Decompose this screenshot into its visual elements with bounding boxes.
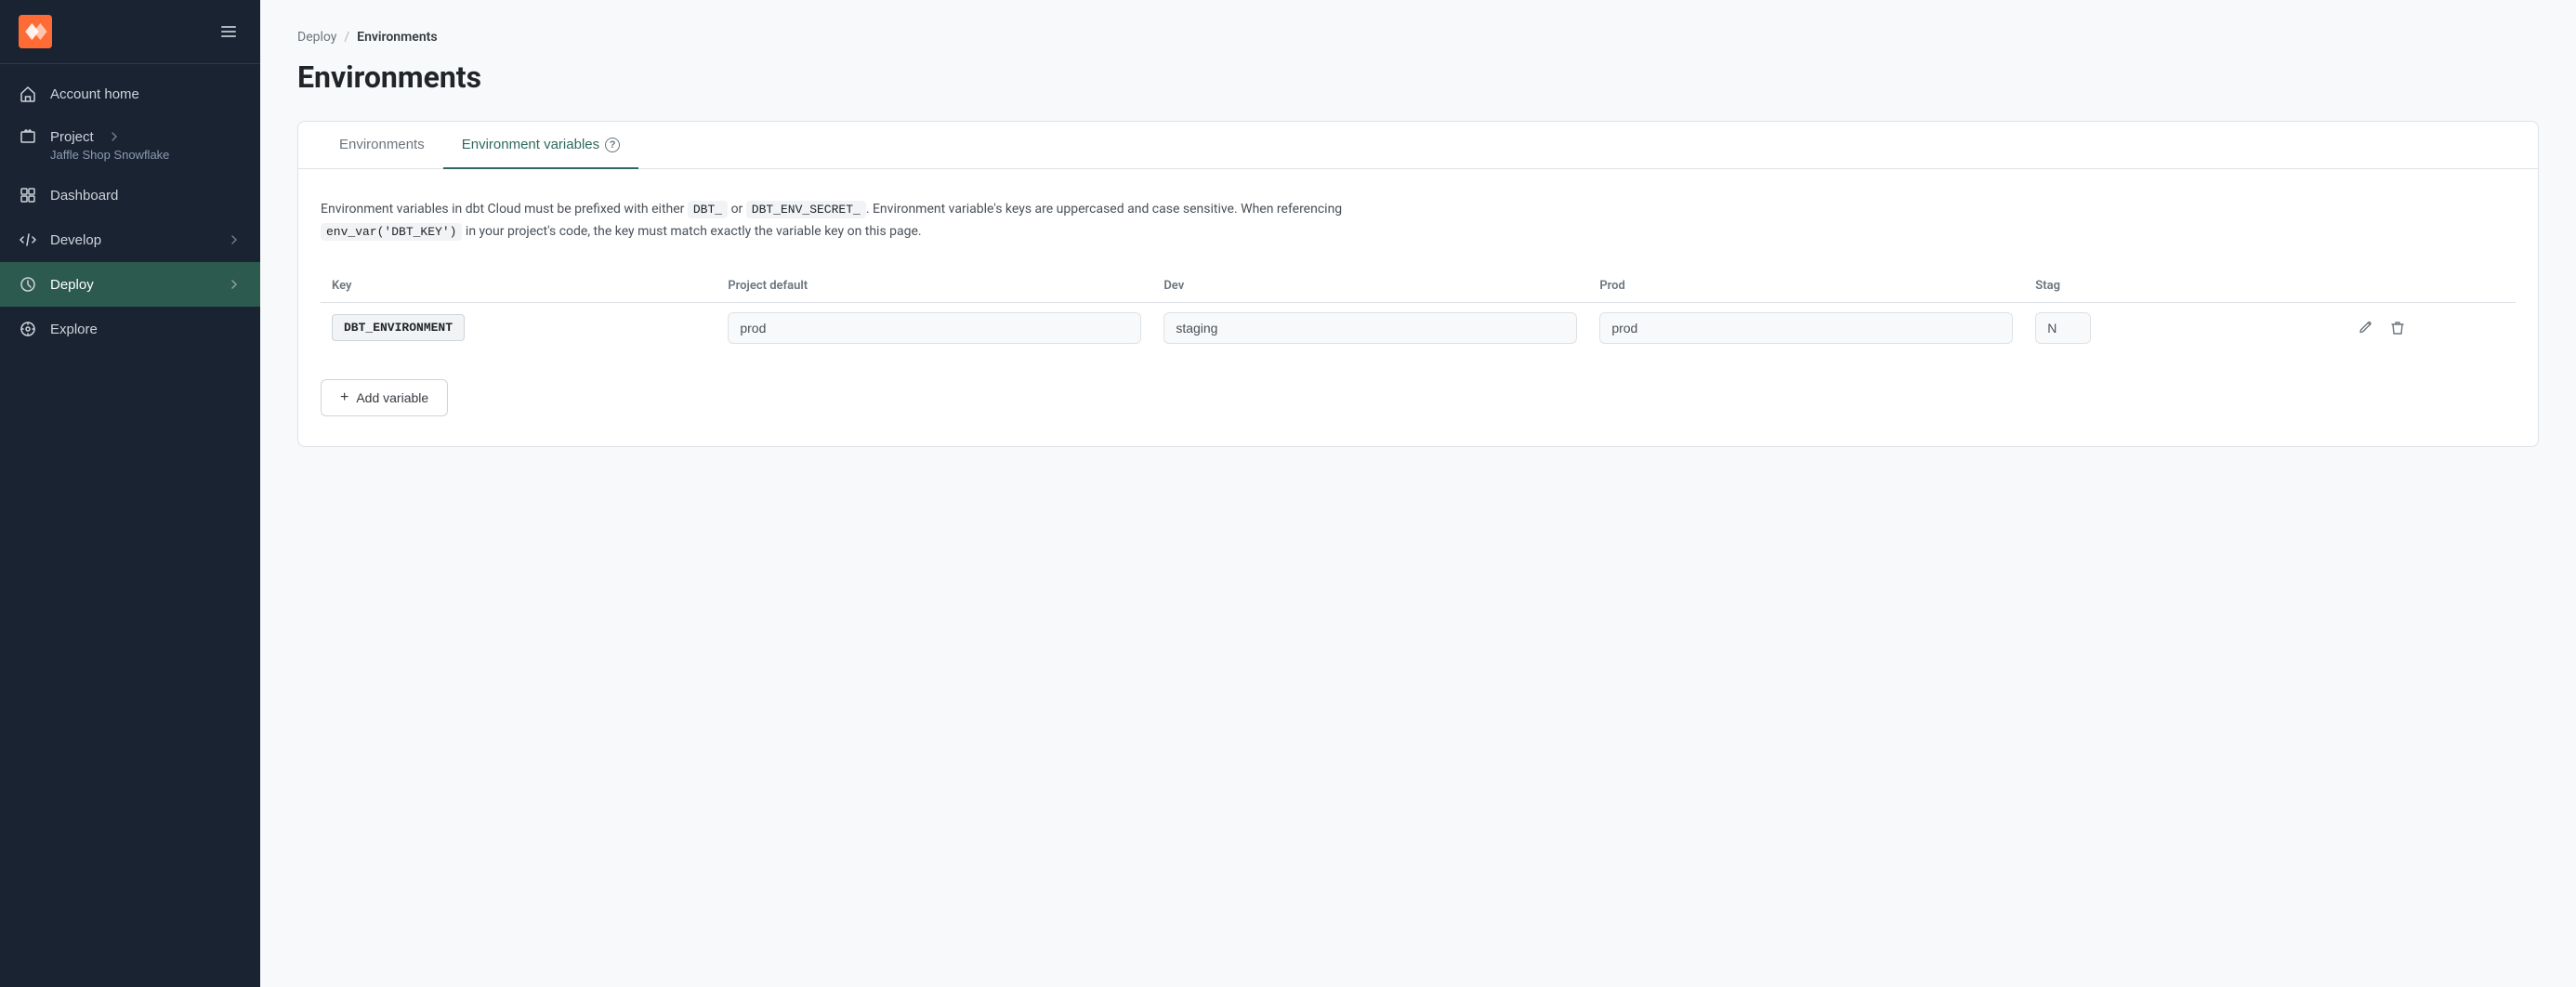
breadcrumb: Deploy / Environments <box>297 30 2539 45</box>
project-type-label: Project <box>50 129 94 145</box>
sidebar-item-label-develop: Develop <box>50 232 214 248</box>
dashboard-icon <box>19 186 37 204</box>
sidebar: Account home Project Jaffle Shop Snowfla… <box>0 0 260 987</box>
project-chevron-icon <box>107 129 122 144</box>
sidebar-nav: Account home Project Jaffle Shop Snowfla… <box>0 64 260 987</box>
breadcrumb-parent[interactable]: Deploy <box>297 30 336 45</box>
tab-content-env-variables: Environment variables in dbt Cloud must … <box>298 169 2538 446</box>
collapse-icon <box>219 22 238 41</box>
deploy-chevron-icon <box>227 277 242 292</box>
row-dev-cell <box>1152 302 1588 353</box>
explore-icon <box>19 320 37 338</box>
row-prod-cell <box>1588 302 2024 353</box>
sidebar-item-label-explore: Explore <box>50 322 242 337</box>
code-dbt-env-secret: DBT_ENV_SECRET_ <box>746 201 866 218</box>
code-env-var-example: env_var('DBT_KEY') <box>321 223 462 241</box>
tab-environments[interactable]: Environments <box>321 122 443 169</box>
sidebar-item-label-deploy: Deploy <box>50 277 214 293</box>
col-header-prod: Prod <box>1588 270 2024 303</box>
sidebar-item-dashboard[interactable]: Dashboard <box>0 173 260 217</box>
page-title: Environments <box>297 59 2539 95</box>
key-badge: DBT_ENVIRONMENT <box>332 314 465 341</box>
col-header-dev: Dev <box>1152 270 1588 303</box>
add-variable-label: Add variable <box>356 390 428 405</box>
sidebar-collapse-button[interactable] <box>216 19 242 45</box>
home-icon <box>19 85 37 103</box>
col-header-key: Key <box>321 270 716 303</box>
sidebar-item-project[interactable]: Project Jaffle Shop Snowflake <box>0 116 260 173</box>
sidebar-header <box>0 0 260 64</box>
edit-icon <box>2358 320 2374 336</box>
project-name-label: Jaffle Shop Snowflake <box>50 148 169 162</box>
stag-input[interactable] <box>2035 312 2091 344</box>
table-header: Key Project default Dev Prod Stag <box>321 270 2516 303</box>
edit-variable-button[interactable] <box>2352 314 2380 342</box>
code-dbt: DBT_ <box>688 201 728 218</box>
trash-icon <box>2389 320 2406 336</box>
add-variable-icon: + <box>340 389 348 406</box>
project-default-input[interactable] <box>728 312 1141 344</box>
sidebar-item-deploy[interactable]: Deploy <box>0 262 260 307</box>
dev-input[interactable] <box>1163 312 1577 344</box>
develop-icon <box>19 230 37 249</box>
env-variables-info: Environment variables in dbt Cloud must … <box>321 199 1343 243</box>
breadcrumb-current: Environments <box>357 30 437 45</box>
info-text-1: Environment variables in dbt Cloud must … <box>321 202 688 217</box>
main-content: Deploy / Environments Environments Envir… <box>260 0 2576 987</box>
dbt-logo-icon <box>19 15 52 48</box>
row-key-cell: DBT_ENVIRONMENT <box>321 302 716 353</box>
sidebar-item-explore[interactable]: Explore <box>0 307 260 351</box>
col-header-default: Project default <box>716 270 1152 303</box>
prod-input[interactable] <box>1599 312 2013 344</box>
row-default-cell <box>716 302 1152 353</box>
col-header-actions <box>2341 270 2516 303</box>
project-icon <box>19 127 37 146</box>
breadcrumb-separator: / <box>344 30 349 45</box>
row-stag-cell <box>2024 302 2341 353</box>
tab-environment-variables[interactable]: Environment variables ? <box>443 122 638 169</box>
sidebar-item-account-home[interactable]: Account home <box>0 72 260 116</box>
project-row: Project <box>19 127 242 146</box>
sidebar-item-develop[interactable]: Develop <box>0 217 260 262</box>
info-text-3: . Environment variable's keys are upperc… <box>866 202 1342 217</box>
info-text-4: in your project's code, the key must mat… <box>462 224 921 239</box>
info-text-2: or <box>728 202 746 217</box>
dbt-logo <box>19 15 52 48</box>
sidebar-item-label-dashboard: Dashboard <box>50 188 242 204</box>
deploy-icon <box>19 275 37 294</box>
delete-variable-button[interactable] <box>2384 314 2412 342</box>
page-content-area: Deploy / Environments Environments Envir… <box>260 0 2576 987</box>
env-variables-table: Key Project default Dev Prod Stag DBT_EN… <box>321 270 2516 353</box>
table-body: DBT_ENVIRONMENT <box>321 302 2516 353</box>
actions-cell <box>2352 314 2504 342</box>
tab-panel: Environments Environment variables ? Env… <box>297 121 2539 447</box>
table-row: DBT_ENVIRONMENT <box>321 302 2516 353</box>
env-variables-help-icon[interactable]: ? <box>605 138 620 152</box>
row-actions-cell <box>2341 302 2516 353</box>
col-header-stag: Stag <box>2024 270 2341 303</box>
tab-navigation: Environments Environment variables ? <box>298 122 2538 169</box>
add-variable-button[interactable]: + Add variable <box>321 379 448 416</box>
sidebar-item-label-account-home: Account home <box>50 86 242 102</box>
develop-chevron-icon <box>227 232 242 247</box>
